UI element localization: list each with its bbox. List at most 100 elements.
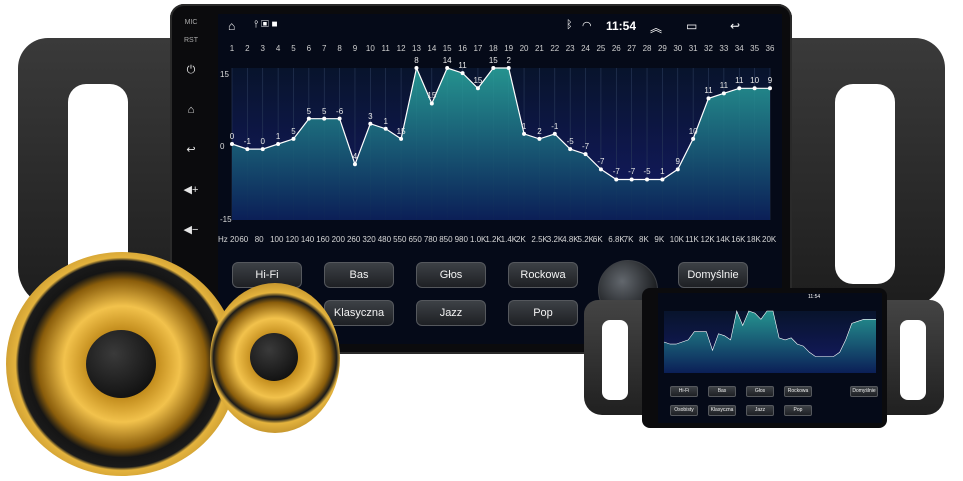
eq-band-point[interactable] [429, 101, 434, 106]
recent-apps-icon[interactable]: ▭ [686, 19, 697, 33]
eq-level-label: -1 [551, 121, 559, 131]
preset-klasyczna-button[interactable]: Klasyczna [324, 300, 394, 326]
frequency-label: 8K [639, 235, 649, 244]
eq-band-point[interactable] [245, 147, 250, 152]
eq-band-point[interactable] [691, 136, 696, 141]
mini-preset-button[interactable]: Rockowa [784, 386, 812, 397]
eq-band-point[interactable] [491, 66, 496, 70]
eq-band-point[interactable] [368, 121, 373, 126]
band-number: 23 [565, 44, 575, 53]
frequency-label: 550 [393, 235, 407, 244]
eq-band-point[interactable] [414, 66, 419, 70]
mini-preset-button[interactable]: Domyślnie [850, 386, 878, 397]
eq-level-label: 0 [260, 137, 265, 147]
eq-band-point[interactable] [629, 177, 634, 182]
eq-level-label: 1 [660, 167, 665, 177]
mini-preset-button[interactable]: Jazz [746, 405, 774, 416]
preset-domyslnie-button[interactable]: Domyślnie [678, 262, 748, 288]
preset-rockowa-button[interactable]: Rockowa [508, 262, 578, 288]
band-number: 2 [245, 44, 250, 53]
mini-equalizer-graph [663, 309, 876, 373]
back-icon[interactable]: ↩ [178, 130, 204, 170]
eq-band-point[interactable] [537, 136, 542, 141]
eq-band-point[interactable] [337, 116, 342, 121]
frequency-label: 20K [762, 235, 777, 244]
eq-band-point[interactable] [306, 116, 311, 121]
speaker-small-dustcap [250, 333, 298, 381]
eq-level-label: 3 [368, 111, 373, 121]
preset-bas-button[interactable]: Bas [324, 262, 394, 288]
mini-preset-button[interactable]: Osobisty [670, 405, 698, 416]
eq-band-point[interactable] [522, 131, 527, 136]
equalizer-panel: 1 5 0 -1 5 1 2 3 4 5 6 7 8 9 10 11 12 13 1… [218, 40, 782, 255]
mic-label: MIC [184, 19, 198, 26]
eq-band-point[interactable] [260, 147, 265, 152]
volume-down-icon[interactable]: ◀− [178, 210, 204, 250]
eq-band-point[interactable] [675, 167, 680, 172]
eq-band-point[interactable] [276, 142, 281, 146]
home-icon[interactable]: ⌂ [178, 90, 204, 130]
eq-band-point[interactable] [706, 96, 711, 101]
up-arrow-icon[interactable]: ︽ [650, 19, 662, 36]
frequency-label: 11K [685, 235, 699, 244]
eq-band-point[interactable] [506, 66, 511, 70]
band-number: 4 [275, 44, 281, 53]
eq-band-point[interactable] [383, 126, 388, 131]
eq-level-label: 11 [735, 76, 744, 86]
eq-band-point[interactable] [230, 142, 234, 146]
band-number: 35 [750, 44, 760, 53]
clock: 11:54 [606, 19, 637, 33]
eq-band-point[interactable] [552, 131, 557, 136]
band-number: 30 [673, 44, 683, 53]
eq-band-point[interactable] [445, 66, 450, 70]
eq-band-point[interactable] [291, 136, 296, 141]
eq-band-point[interactable] [768, 86, 772, 91]
rst-button[interactable]: RST [178, 32, 204, 50]
eq-band-point[interactable] [598, 167, 603, 172]
eq-level-label: 8 [414, 56, 419, 65]
eq-level-label: 2 [506, 56, 511, 65]
eq-level-label: -5 [566, 137, 574, 147]
mini-preset-button[interactable]: Bas [708, 386, 736, 397]
eq-band-point[interactable] [660, 177, 665, 182]
eq-band-point[interactable] [568, 147, 573, 152]
eq-band-point[interactable] [721, 91, 726, 96]
eq-level-label: 0 [229, 132, 235, 141]
eq-level-label: 9 [675, 157, 680, 167]
frequency-label: 160 [316, 235, 330, 244]
power-icon[interactable]: ⏻ [178, 50, 204, 90]
volume-up-icon[interactable]: ◀+ [178, 170, 204, 210]
equalizer-graph[interactable] [218, 40, 782, 255]
eq-level-label: 2 [537, 126, 542, 136]
eq-band-point[interactable] [352, 162, 357, 167]
mini-preset-button[interactable]: Hi-Fi [670, 386, 698, 397]
eq-band-point[interactable] [583, 152, 588, 157]
eq-band-point[interactable] [322, 116, 327, 121]
band-number: 1 [229, 44, 235, 53]
mini-preset-button[interactable]: Głos [746, 386, 774, 397]
eq-level-label: -1 [243, 137, 251, 147]
home-nav-icon[interactable]: ⌂ [228, 19, 235, 33]
band-number: 36 [765, 44, 775, 53]
eq-band-point[interactable] [614, 177, 619, 182]
preset-glos-button[interactable]: Głos [416, 262, 486, 288]
back-nav-icon[interactable]: ↩ [730, 19, 740, 33]
frequency-label: 4.8K [562, 235, 579, 244]
frequency-label: 60 [239, 235, 249, 244]
frequency-label: 480 [377, 235, 392, 244]
eq-band-point[interactable] [460, 71, 465, 76]
frequency-label: 5.2K [577, 235, 594, 244]
eq-band-point[interactable] [737, 86, 742, 91]
mini-preset-button[interactable]: Klasyczna [708, 405, 736, 416]
eq-level-label: 5 [291, 126, 296, 136]
eq-band-point[interactable] [399, 136, 404, 141]
band-number: 9 [352, 44, 358, 53]
preset-jazz-button[interactable]: Jazz [416, 300, 486, 326]
eq-band-point[interactable] [752, 86, 757, 91]
eq-band-point[interactable] [475, 86, 480, 91]
eq-level-label: 5 [306, 106, 312, 116]
mini-preset-button[interactable]: Pop [784, 405, 812, 416]
eq-band-point[interactable] [645, 177, 650, 182]
band-number: 22 [550, 44, 560, 53]
preset-pop-button[interactable]: Pop [508, 300, 578, 326]
